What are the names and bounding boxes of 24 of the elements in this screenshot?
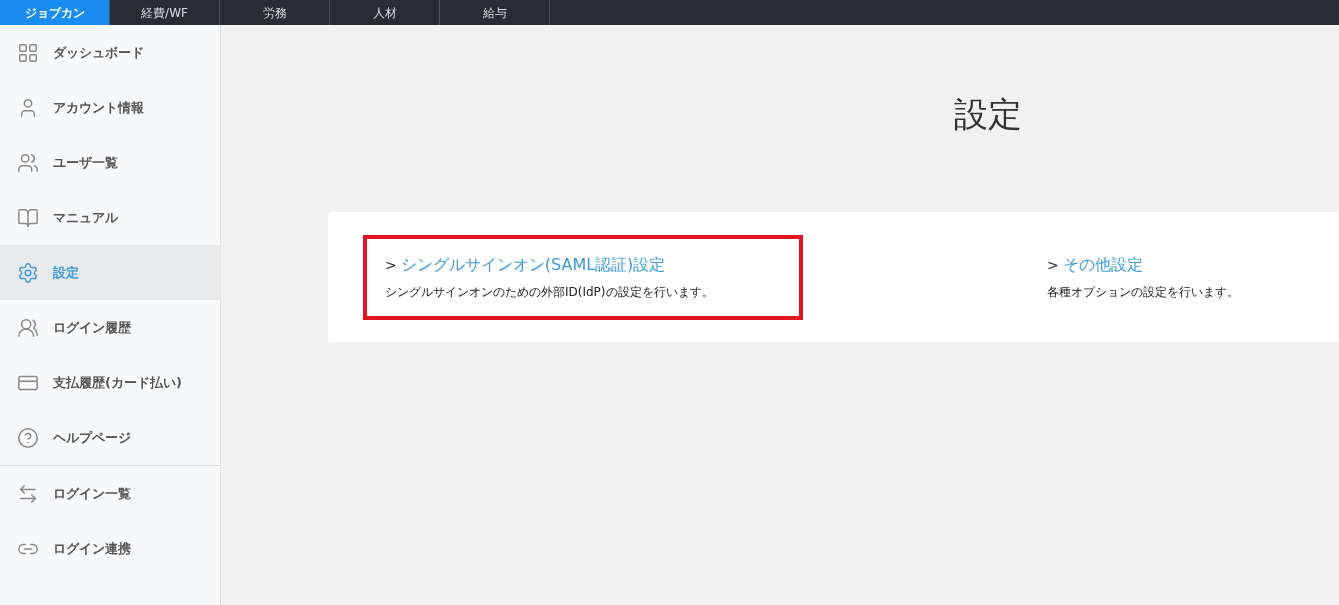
sidebar-item[interactable]: マニュアル <box>0 190 220 245</box>
sidebar-item[interactable]: ログイン履歴 <box>0 300 220 355</box>
sidebar-item[interactable]: ヘルプページ <box>0 410 220 465</box>
chevron-text: > <box>385 255 397 275</box>
sidebar-item[interactable]: 支払履歴(カード払い) <box>0 355 220 410</box>
product-tab[interactable]: 給与 <box>440 0 550 25</box>
sidebar-item[interactable]: ユーザ一覧 <box>0 135 220 190</box>
page-title: 設定 <box>954 93 1022 136</box>
book-icon <box>17 206 39 229</box>
sidebar-item[interactable]: ログイン連携 <box>0 521 220 576</box>
product-tab[interactable]: 労務 <box>220 0 330 25</box>
sidebar-item[interactable]: ダッシュボード <box>0 25 220 80</box>
people-icon <box>17 151 39 174</box>
group-icon <box>17 316 39 339</box>
sidebar-item[interactable]: アカウント情報 <box>0 80 220 135</box>
swap-arrows-icon <box>17 482 39 505</box>
settings-icon <box>17 261 39 284</box>
sidebar-item[interactable]: ログイン一覧 <box>0 466 220 521</box>
grid-icon <box>17 41 39 64</box>
help-icon <box>17 426 39 449</box>
description-text: 各種オプションの設定を行います。 <box>1047 284 1240 301</box>
description-text: シングルサインオンのための外部ID(IdP)の設定を行います。 <box>385 284 715 301</box>
product-tab[interactable]: 人材 <box>330 0 440 25</box>
chevron-text: > <box>1047 255 1059 275</box>
